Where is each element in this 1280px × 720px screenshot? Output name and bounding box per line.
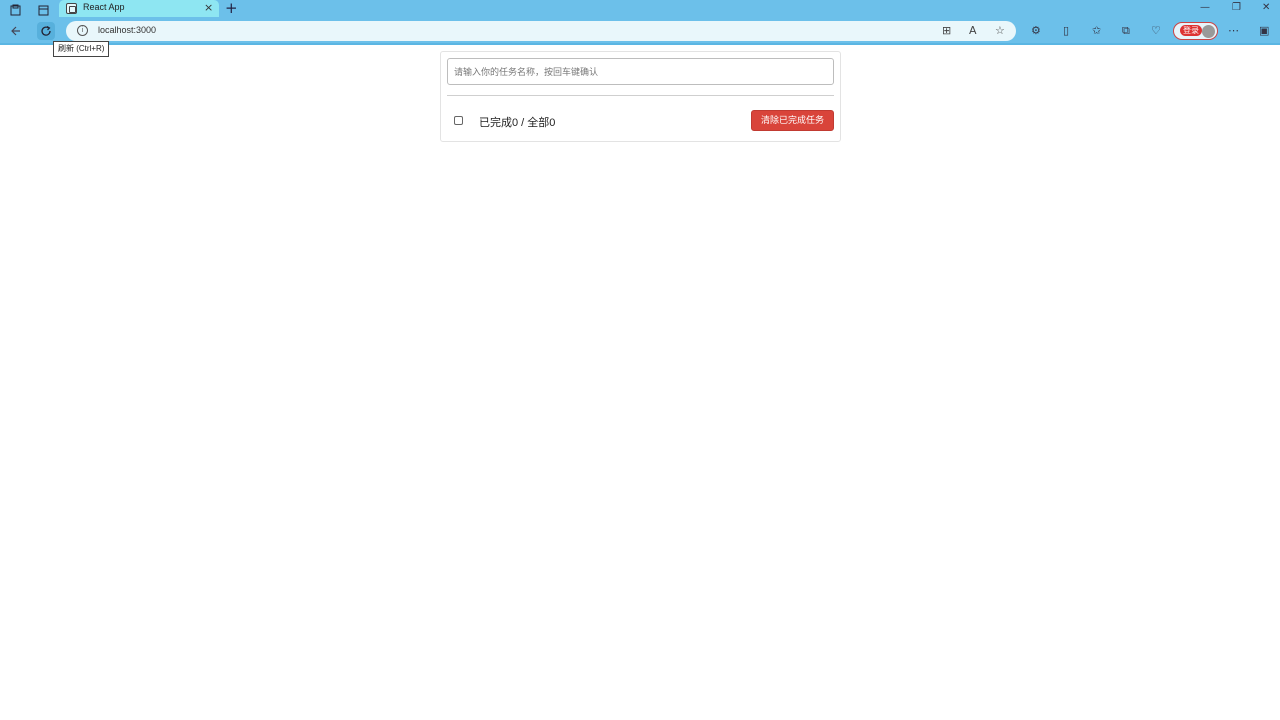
reload-icon (41, 25, 51, 36)
page-favicon-icon (66, 3, 77, 14)
task-name-input[interactable] (447, 58, 834, 85)
sidebar-icon[interactable]: ▣ (1259, 24, 1269, 38)
minimize-button[interactable]: — (1200, 1, 1210, 15)
reload-tooltip: 刷新 (Ctrl+R) (53, 41, 110, 57)
favorites-icon[interactable]: ✩ (1092, 24, 1101, 38)
restore-button[interactable]: ❐ (1232, 1, 1241, 15)
profile-button[interactable]: 登录 (1173, 22, 1218, 40)
tab-title: React App (83, 2, 125, 12)
clear-completed-button[interactable]: 清除已完成任务 (751, 110, 834, 131)
browser-essentials-icon[interactable]: ♡ (1151, 24, 1161, 38)
info-icon[interactable]: i (77, 25, 88, 36)
tab-react-app[interactable]: React App × (59, 0, 219, 17)
collections-icon[interactable]: ⧉ (1122, 24, 1130, 38)
browser-toolbar: i localhost:3000 ⊞ A ☆ ⚙ ▯ ✩ ⧉ ♡ 登录 ⋯ ▣ (0, 17, 1280, 45)
star-icon[interactable]: ☆ (995, 24, 1005, 38)
address-bar[interactable]: i localhost:3000 ⊞ A ☆ (66, 21, 1016, 41)
more-icon[interactable]: ⋯ (1228, 24, 1239, 38)
close-tab-button[interactable]: × (204, 1, 213, 15)
workspaces-icon[interactable] (9, 2, 22, 16)
address-text[interactable]: localhost:3000 (98, 25, 156, 35)
todo-container: 已完成0 / 全部0 清除已完成任务 (440, 51, 841, 142)
app-available-icon[interactable]: ⊞ (942, 24, 951, 38)
divider (447, 95, 834, 96)
avatar (1202, 25, 1215, 38)
split-screen-icon[interactable]: ▯ (1063, 24, 1069, 38)
profile-badge: 登录 (1180, 25, 1202, 36)
tab-actions-icon[interactable] (37, 2, 50, 16)
select-all-checkbox[interactable] (454, 116, 463, 125)
reload-button[interactable] (37, 22, 55, 40)
new-tab-button[interactable]: + (225, 0, 238, 16)
completion-status: 已完成0 / 全部0 (479, 117, 556, 129)
read-aloud-icon[interactable]: A (969, 24, 977, 38)
title-bar: React App × + — ❐ ✕ (0, 0, 1280, 17)
close-window-button[interactable]: ✕ (1262, 1, 1270, 15)
back-button[interactable] (7, 22, 25, 40)
extensions-icon[interactable]: ⚙ (1031, 24, 1041, 38)
